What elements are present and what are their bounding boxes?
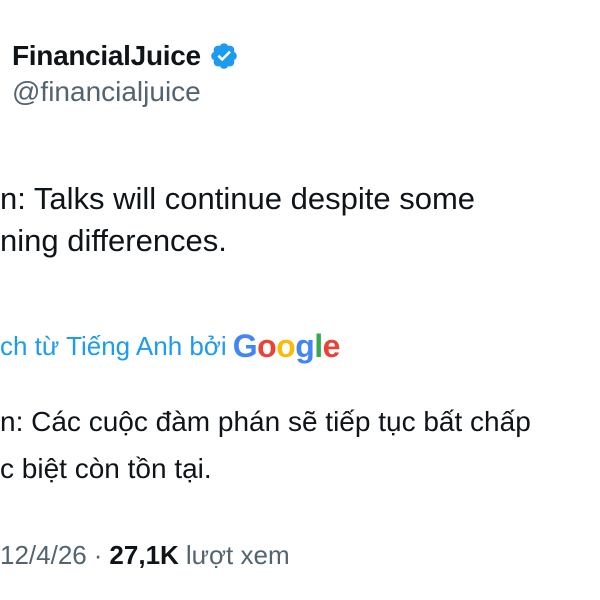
google-logo-letter: g [295, 328, 315, 364]
tweet-date[interactable]: 12/4/26 [0, 540, 87, 571]
verified-badge-icon [210, 43, 237, 69]
tweet-text: n: Talks will continue despite some ning… [0, 178, 600, 262]
google-logo-letter: o [257, 328, 277, 364]
google-logo-letter: G [232, 328, 258, 364]
translation-attribution[interactable]: ch từ Tiếng Anh bởi Google [0, 326, 340, 366]
author-name-row[interactable]: FinancialJuice [12, 36, 239, 76]
tweet-text-line: n: Talks will continue despite some [0, 181, 476, 216]
views-label: lượt xem [185, 539, 290, 570]
meta-separator: · [93, 539, 103, 570]
google-logo-letter: e [322, 328, 341, 364]
author-handle[interactable]: @financialjuice [12, 76, 201, 108]
tweet-meta: 12/4/26 · 27,1K lượt xem [0, 535, 290, 575]
tweet-text-line: ning differences. [0, 223, 227, 258]
translated-text-line: n: Các cuộc đàm phán sẽ tiếp tục bất chấ… [0, 406, 531, 437]
google-logo-letter: l [314, 328, 323, 364]
translated-text-line: c biệt còn tồn tại. [0, 453, 212, 484]
views-count[interactable]: 27,1K [109, 540, 178, 571]
translated-text: n: Các cuộc đàm phán sẽ tiếp tục bất chấ… [0, 398, 600, 492]
author-name[interactable]: FinancialJuice [12, 40, 201, 72]
translation-label[interactable]: ch từ Tiếng Anh bởi [0, 331, 227, 362]
google-logo-letter: o [276, 328, 296, 364]
google-logo: Google [232, 326, 341, 366]
